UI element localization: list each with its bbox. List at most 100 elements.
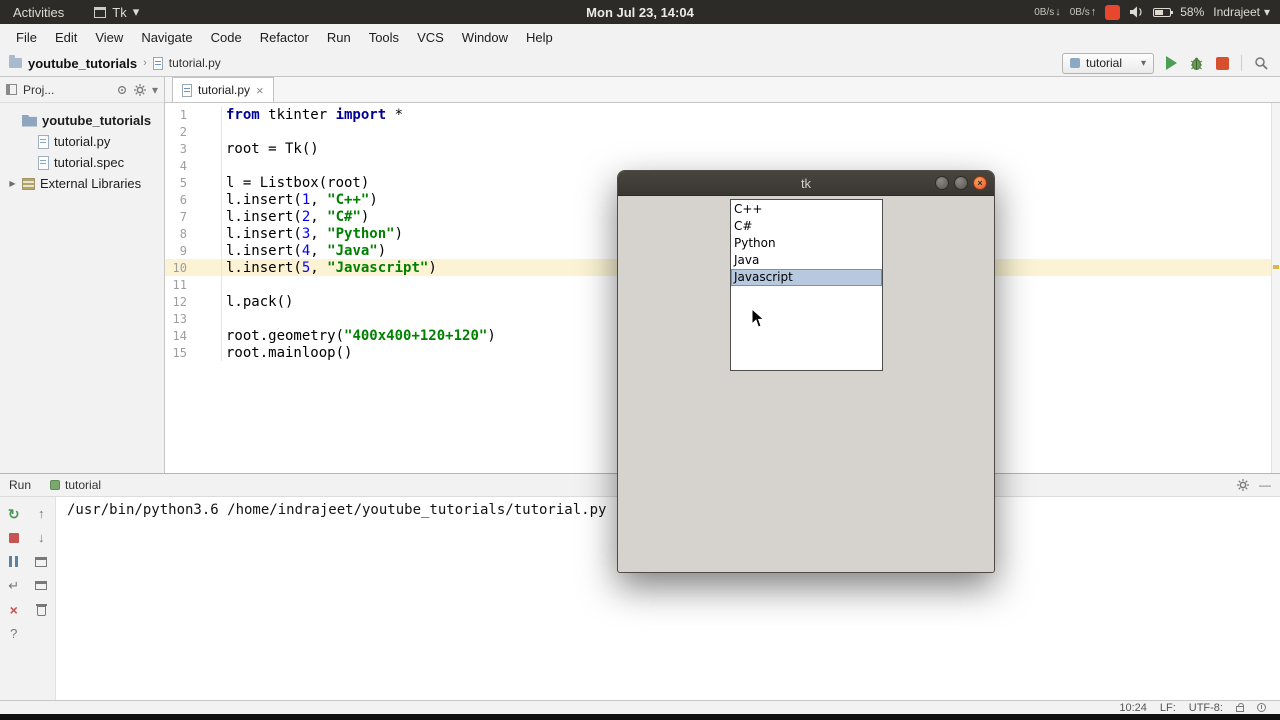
error-stripe[interactable] bbox=[1271, 103, 1280, 473]
activities-button[interactable]: Activities bbox=[13, 5, 64, 20]
prev-occurrence-button[interactable]: ↑ bbox=[32, 505, 50, 522]
rerun-button[interactable]: ↻ bbox=[5, 505, 23, 522]
close-tab-button[interactable]: × bbox=[5, 601, 23, 618]
menu-tools[interactable]: Tools bbox=[360, 30, 408, 45]
run-button[interactable] bbox=[1166, 56, 1177, 70]
recording-indicator[interactable] bbox=[1105, 4, 1121, 20]
volume-icon[interactable] bbox=[1129, 6, 1144, 18]
toolbar-separator bbox=[1241, 55, 1242, 71]
run-config-icon bbox=[1070, 58, 1080, 68]
line-number: 8 bbox=[165, 225, 222, 242]
pause-output-button[interactable] bbox=[5, 553, 23, 570]
listbox-item-c[interactable]: C++ bbox=[731, 201, 882, 218]
mouse-cursor bbox=[751, 308, 765, 328]
run-config-icon bbox=[50, 480, 61, 490]
line-number: 2 bbox=[165, 123, 222, 140]
menu-help[interactable]: Help bbox=[517, 30, 562, 45]
tree-item-youtube-tutorials[interactable]: youtube_tutorials bbox=[0, 110, 164, 131]
folder-icon bbox=[9, 55, 22, 68]
menu-run[interactable]: Run bbox=[318, 30, 360, 45]
active-window-indicator[interactable]: Tk ▾ bbox=[94, 4, 139, 20]
run-config-select[interactable]: tutorial ▾ bbox=[1062, 52, 1154, 74]
menu-code[interactable]: Code bbox=[202, 30, 251, 45]
line-number: 12 bbox=[165, 293, 222, 310]
line-number: 11 bbox=[165, 276, 222, 293]
locate-file-icon[interactable] bbox=[116, 84, 128, 96]
menu-file[interactable]: File bbox=[7, 30, 46, 45]
minimize-button[interactable] bbox=[935, 176, 949, 190]
code-text: from tkinter import * bbox=[226, 106, 404, 123]
stop-process-button[interactable] bbox=[5, 529, 23, 546]
code-line-1[interactable]: 1 from tkinter import * bbox=[165, 106, 1280, 123]
listbox-item-javascript[interactable]: Javascript bbox=[731, 269, 882, 286]
line-number: 13 bbox=[165, 310, 222, 327]
tree-item-external-libraries[interactable]: ▶ External Libraries bbox=[0, 173, 164, 194]
code-text: l = Listbox(root) bbox=[226, 174, 370, 191]
tk-listbox[interactable]: C++ C# Python Java Javascript bbox=[730, 199, 883, 371]
soft-wrap-button[interactable]: ↵ bbox=[5, 577, 23, 594]
project-panel-header: Proj... ▾ bbox=[0, 77, 164, 103]
user-menu[interactable]: Indrajeet ▾ bbox=[1213, 5, 1270, 19]
user-name: Indrajeet bbox=[1213, 5, 1260, 19]
tree-item-label: External Libraries bbox=[40, 176, 142, 191]
next-occurrence-button[interactable]: ↓ bbox=[32, 529, 50, 546]
hide-panel-icon[interactable]: ▾ bbox=[152, 83, 158, 97]
readonly-lock-icon[interactable] bbox=[1236, 702, 1244, 712]
run-settings-gear-icon[interactable] bbox=[1237, 479, 1249, 491]
maximize-button[interactable] bbox=[954, 176, 968, 190]
menu-edit[interactable]: Edit bbox=[46, 30, 86, 45]
line-number: 6 bbox=[165, 191, 222, 208]
settings-gear-icon[interactable] bbox=[133, 83, 146, 96]
caret-position[interactable]: 10:24 bbox=[1119, 702, 1147, 714]
editor-tab-tutorial-py[interactable]: tutorial.py × bbox=[172, 77, 274, 102]
tk-window-title: tk bbox=[800, 175, 812, 191]
clear-console-button[interactable] bbox=[32, 601, 50, 618]
tab-label: tutorial.py bbox=[198, 83, 251, 97]
menu-refactor[interactable]: Refactor bbox=[251, 30, 318, 45]
debug-button[interactable] bbox=[1189, 56, 1204, 71]
tree-item-tutorial-py[interactable]: tutorial.py bbox=[0, 131, 164, 152]
menu-navigate[interactable]: Navigate bbox=[132, 30, 201, 45]
menu-view[interactable]: View bbox=[86, 30, 132, 45]
hide-run-panel-icon[interactable]: — bbox=[1259, 478, 1271, 492]
code-text: l.insert(3, "Python") bbox=[226, 225, 404, 242]
help-button[interactable]: ? bbox=[5, 625, 23, 642]
tk-titlebar[interactable]: tk × bbox=[618, 171, 994, 196]
close-button[interactable]: × bbox=[973, 176, 987, 190]
restore-layout-button[interactable] bbox=[32, 553, 50, 570]
breadcrumb-file[interactable]: tutorial.py bbox=[169, 56, 221, 70]
menu-vcs[interactable]: VCS bbox=[408, 30, 453, 45]
stop-button[interactable] bbox=[1216, 56, 1229, 70]
bottom-black-strip bbox=[0, 714, 1280, 720]
net-down-value: 0B/s bbox=[1034, 6, 1055, 18]
encoding-indicator[interactable]: UTF-8: bbox=[1189, 702, 1223, 714]
code-line-2[interactable]: 2 bbox=[165, 123, 1280, 140]
menu-window[interactable]: Window bbox=[453, 30, 517, 45]
run-tab-tutorial[interactable]: tutorial bbox=[43, 476, 108, 494]
project-panel-icon[interactable] bbox=[6, 84, 17, 95]
run-panel-title[interactable]: Run bbox=[9, 478, 31, 492]
line-number: 1 bbox=[165, 106, 222, 123]
project-panel-title[interactable]: Proj... bbox=[23, 83, 54, 97]
code-text: root.mainloop() bbox=[226, 344, 353, 361]
tab-close-icon[interactable]: × bbox=[256, 84, 264, 97]
search-everywhere-icon[interactable] bbox=[1254, 56, 1268, 70]
clock[interactable]: Mon Jul 23, 14:04 bbox=[586, 5, 694, 20]
code-text: l.insert(5, "Javascript") bbox=[226, 259, 437, 276]
folder-icon bbox=[22, 114, 37, 127]
print-button[interactable] bbox=[32, 577, 50, 594]
breadcrumb-project[interactable]: youtube_tutorials bbox=[28, 56, 137, 71]
tree-expand-arrow[interactable]: ▶ bbox=[8, 179, 17, 188]
active-window-title: Tk bbox=[112, 4, 127, 20]
stripe-mark-yellow[interactable] bbox=[1273, 265, 1279, 269]
listbox-item-python[interactable]: Python bbox=[731, 235, 882, 252]
listbox-item-java[interactable]: Java bbox=[731, 252, 882, 269]
tree-item-tutorial-spec[interactable]: tutorial.spec bbox=[0, 152, 164, 173]
net-up-value: 0B/s bbox=[1069, 6, 1090, 18]
memory-indicator-icon[interactable] bbox=[1257, 703, 1266, 712]
code-line-3[interactable]: 3 root = Tk() bbox=[165, 140, 1280, 157]
listbox-item-c[interactable]: C# bbox=[731, 218, 882, 235]
line-separator-indicator[interactable]: LF: bbox=[1160, 702, 1176, 714]
window-icon bbox=[94, 6, 107, 18]
status-bar: 10:24 LF: UTF-8: bbox=[0, 700, 1280, 714]
